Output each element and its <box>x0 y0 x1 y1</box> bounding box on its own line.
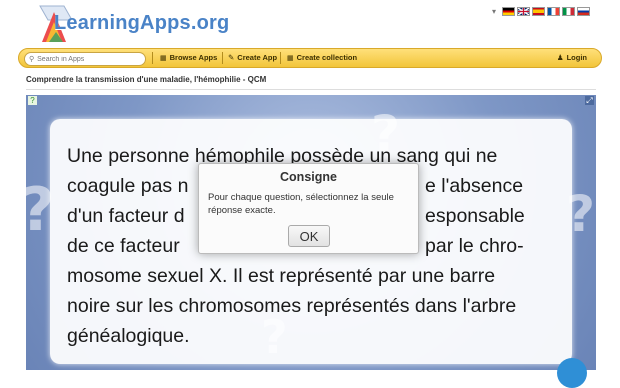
toolbar-divider <box>280 52 281 64</box>
question-line: généalogique. <box>67 325 190 347</box>
main-toolbar: ⚲ ▦ Browse Apps ✎ Create App ▦ Create co… <box>18 48 602 68</box>
question-line: mosome sexuel X. Il est représenté par u… <box>67 265 496 287</box>
browse-apps-label: Browse Apps <box>169 53 218 62</box>
flag-uk-icon[interactable] <box>517 7 530 16</box>
page-title: Comprendre la transmission d'une maladie… <box>26 75 267 84</box>
fullscreen-icon[interactable]: ⤢ <box>585 96 594 105</box>
user-icon: ♟ <box>556 53 564 62</box>
login-button[interactable]: ♟ Login <box>557 53 587 62</box>
grid-icon: ▦ <box>160 54 167 62</box>
search-input[interactable] <box>34 55 138 63</box>
collection-icon: ▦ <box>287 54 294 62</box>
flag-germany-icon[interactable] <box>502 7 515 16</box>
search-box: ⚲ <box>24 52 146 66</box>
create-collection-label: Create collection <box>296 53 358 62</box>
title-divider <box>26 89 596 90</box>
learningapps-logo[interactable]: LearningApps.org <box>32 2 229 46</box>
flag-spain-icon[interactable] <box>532 7 545 16</box>
floating-action-button[interactable] <box>557 358 587 388</box>
login-label: Login <box>566 53 587 62</box>
instruction-dialog: Consigne Pour chaque question, sélection… <box>198 163 419 254</box>
create-app-button[interactable]: ✎ Create App <box>228 53 277 62</box>
toolbar-divider <box>222 52 223 64</box>
flag-italy-icon[interactable] <box>562 7 575 16</box>
flag-france-icon[interactable] <box>547 7 560 16</box>
help-icon[interactable]: ? <box>28 96 37 105</box>
pencil-icon: ✎ <box>228 53 235 62</box>
create-collection-button[interactable]: ▦ Create collection <box>287 53 357 62</box>
ok-button[interactable]: OK <box>288 225 330 247</box>
toolbar-divider <box>152 52 153 64</box>
brand-name: LearningApps.org <box>54 12 230 34</box>
flag-russia-icon[interactable] <box>577 7 590 16</box>
dialog-title: Consigne <box>280 170 337 184</box>
language-selector[interactable]: ▾ <box>492 7 590 16</box>
dialog-message: Pour chaque question, sélectionnez la se… <box>208 192 394 216</box>
question-line: noire sur les chromosomes représentés da… <box>67 295 517 317</box>
create-app-label: Create App <box>237 53 278 62</box>
browse-apps-button[interactable]: ▦ Browse Apps <box>160 53 217 62</box>
chevron-down-icon[interactable]: ▾ <box>492 7 496 16</box>
